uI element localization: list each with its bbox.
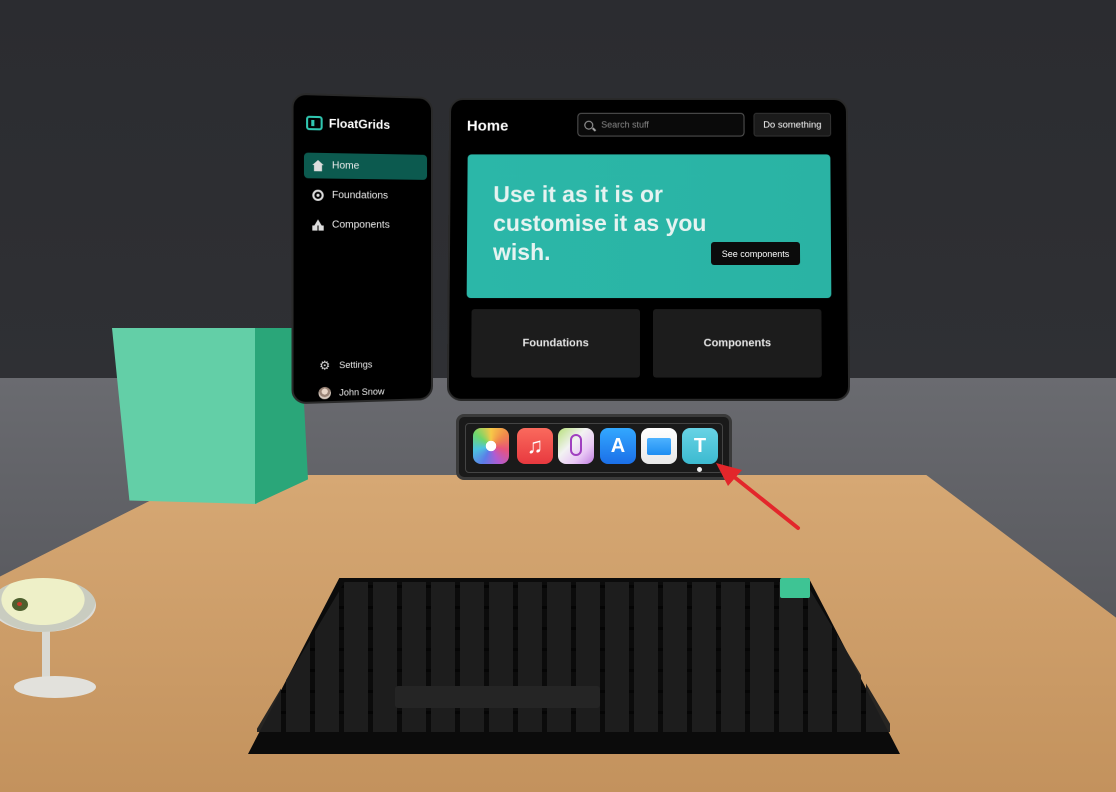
settings-label: Settings (339, 359, 372, 370)
files-app-icon[interactable] (641, 428, 677, 464)
brand-name: FloatGrids (329, 116, 390, 132)
music-app-icon[interactable]: ♫ (517, 428, 553, 464)
foundations-card[interactable]: Foundations (471, 309, 640, 377)
sidebar-footer: ⚙ Settings John Snow (319, 349, 430, 406)
foundations-icon (312, 190, 323, 201)
user-profile[interactable]: John Snow (319, 376, 430, 406)
glass-stem (42, 625, 50, 683)
photos-app-icon[interactable] (473, 428, 509, 464)
sidebar-window: FloatGrids Home Foundations Components ⚙… (291, 93, 433, 405)
sidebar-item-foundations[interactable]: Foundations (304, 182, 427, 209)
search-icon (584, 120, 593, 129)
gear-icon: ⚙ (319, 358, 331, 373)
card-label: Components (704, 337, 772, 349)
keyboard-spacebar (395, 686, 600, 708)
components-card[interactable]: Components (653, 309, 822, 377)
maps-app-icon[interactable] (558, 428, 594, 464)
avatar (319, 386, 331, 399)
search-input[interactable] (599, 119, 742, 131)
hero-headline: Use it as it is or customise it as you w… (493, 180, 713, 267)
keyboard-green-key (780, 578, 810, 598)
sidebar-item-settings[interactable]: ⚙ Settings (319, 349, 430, 379)
sidebar-item-label: Foundations (332, 190, 388, 202)
sidebar-nav: Home Foundations Components (304, 153, 427, 242)
search-box[interactable] (577, 113, 744, 137)
do-something-button[interactable]: Do something (753, 113, 831, 137)
page-title: Home (467, 118, 509, 135)
card-label: Foundations (523, 337, 589, 349)
keyboard-keys (255, 582, 895, 732)
t-app-letter: T (694, 435, 706, 457)
sidebar-item-components[interactable]: Components (304, 212, 427, 238)
sidebar-item-home[interactable]: Home (304, 153, 427, 180)
app-store-icon[interactable]: A (600, 428, 636, 464)
sidebar-item-label: Components (332, 219, 390, 230)
olive (12, 598, 28, 611)
brand[interactable]: FloatGrids (306, 116, 390, 132)
sidebar-item-label: Home (332, 160, 359, 172)
red-arrow-annotation-icon (712, 460, 802, 532)
user-name: John Snow (339, 386, 384, 397)
main-window: Home Do something Use it as it is or cus… (447, 98, 850, 401)
app-dock: ♫ A T (456, 414, 732, 480)
see-components-button[interactable]: See components (711, 242, 800, 265)
floatgrids-logo-icon (306, 116, 323, 131)
hero-banner: Use it as it is or customise it as you w… (467, 154, 832, 298)
components-icon (312, 219, 323, 230)
glass-base (14, 676, 96, 698)
floatgrids-t-app-icon[interactable]: T (682, 428, 718, 464)
green-cube-front (112, 328, 257, 504)
home-icon (312, 160, 323, 171)
active-app-indicator (697, 467, 702, 472)
